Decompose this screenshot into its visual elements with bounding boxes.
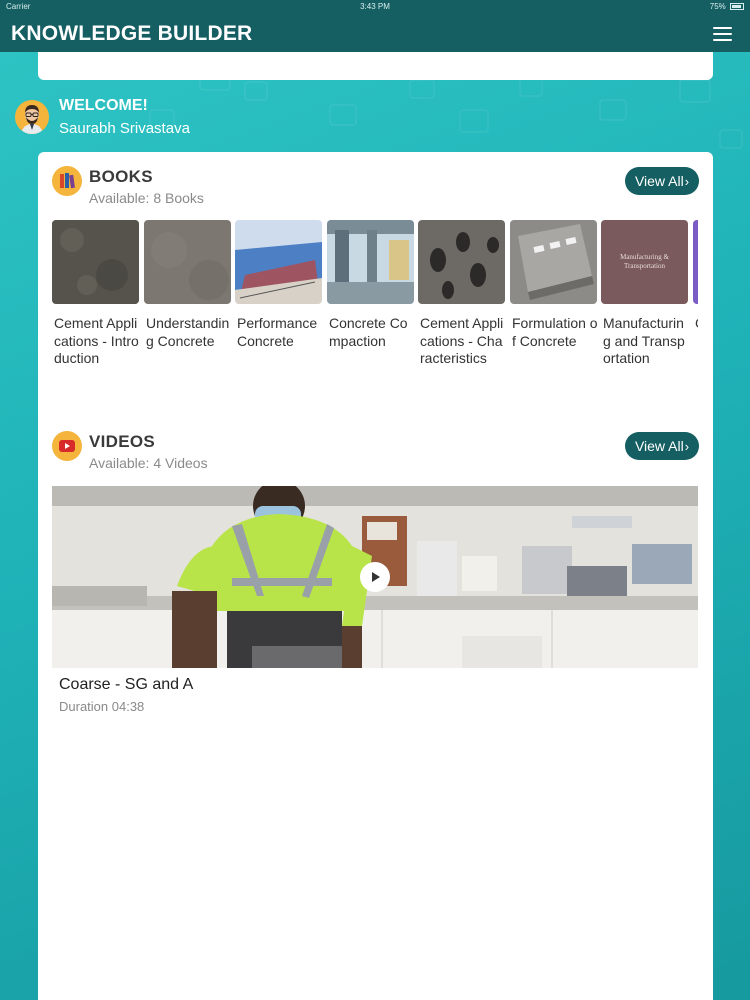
book-title: Cement Applications - Introduction <box>54 315 139 366</box>
video-title: Coarse - SG and A <box>59 676 194 693</box>
books-section-title: BOOKS <box>89 167 153 186</box>
book-card[interactable]: Cement Applications - Characteristics <box>418 220 505 368</box>
status-time: 3:43 PM <box>360 2 390 11</box>
welcome-title: WELCOME! <box>59 97 148 114</box>
chevron-right-icon: › <box>684 438 690 454</box>
chevron-right-icon: › <box>684 173 690 189</box>
book-cover-text: Manufacturing & Transportation <box>620 253 669 270</box>
hamburger-menu-icon[interactable] <box>713 27 732 41</box>
book-title: Understanding Concrete <box>146 315 230 349</box>
videos-view-all-button[interactable]: View All › <box>625 432 699 460</box>
book-title: Formulation of Concrete <box>512 315 598 349</box>
videos-icon <box>52 431 82 461</box>
battery-icon <box>730 3 744 11</box>
book-title: Cement Applications - Characteristics <box>420 315 504 366</box>
book-title: Concrete Compaction <box>329 315 408 349</box>
avatar <box>15 100 49 134</box>
videos-view-all-label: View All <box>634 438 684 454</box>
book-card[interactable]: Performance Concrete <box>235 220 322 350</box>
book-cover <box>327 220 414 304</box>
status-bar: Carrier 3:43 PM 75% <box>0 0 750 14</box>
book-card[interactable]: Formulation of Concrete <box>510 220 598 350</box>
app-title: KNOWLEDGE BUILDER <box>11 22 253 45</box>
book-cover <box>510 220 597 304</box>
video-thumbnail[interactable] <box>52 486 698 668</box>
books-carousel[interactable]: Cement Applications - Introduction Under… <box>52 220 698 410</box>
books-count: Available: 8 Books <box>89 190 204 206</box>
play-icon <box>372 572 380 582</box>
videos-count: Available: 4 Videos <box>89 455 208 471</box>
book-title: Manufacturing and Transportation <box>603 315 685 366</box>
book-cover <box>144 220 231 304</box>
book-cover <box>235 220 322 304</box>
search-bar-strip[interactable] <box>38 52 713 80</box>
content-card: BOOKS Available: 8 Books View All › Cemen… <box>38 152 713 1000</box>
book-card[interactable]: Manufacturing & Transportation Manufactu… <box>601 220 688 368</box>
battery-indicator: 75% <box>710 2 744 11</box>
book-title: Performance Concrete <box>237 315 318 349</box>
top-app-bar: KNOWLEDGE BUILDER <box>0 14 750 52</box>
book-card[interactable]: Cement Applications - Introduction <box>52 220 139 368</box>
videos-section-title: VIDEOS <box>89 432 156 451</box>
book-cover: Manufacturing & Transportation <box>601 220 688 304</box>
book-card[interactable]: Concrete Compaction <box>327 220 414 350</box>
book-cover <box>52 220 139 304</box>
book-card[interactable]: C <box>693 220 698 333</box>
video-duration: Duration 04:38 <box>59 699 145 714</box>
book-cover <box>418 220 505 304</box>
book-card[interactable]: Understanding Concrete <box>144 220 231 350</box>
books-view-all-button[interactable]: View All › <box>625 167 699 195</box>
battery-percent: 75% <box>709 2 726 11</box>
book-title: C <box>693 315 698 333</box>
book-cover <box>693 220 698 304</box>
user-name: Saurabh Srivastava <box>59 120 190 137</box>
user-avatar-icon <box>15 100 49 134</box>
play-button[interactable] <box>360 562 390 592</box>
books-view-all-label: View All <box>634 173 684 189</box>
books-icon <box>52 166 82 196</box>
